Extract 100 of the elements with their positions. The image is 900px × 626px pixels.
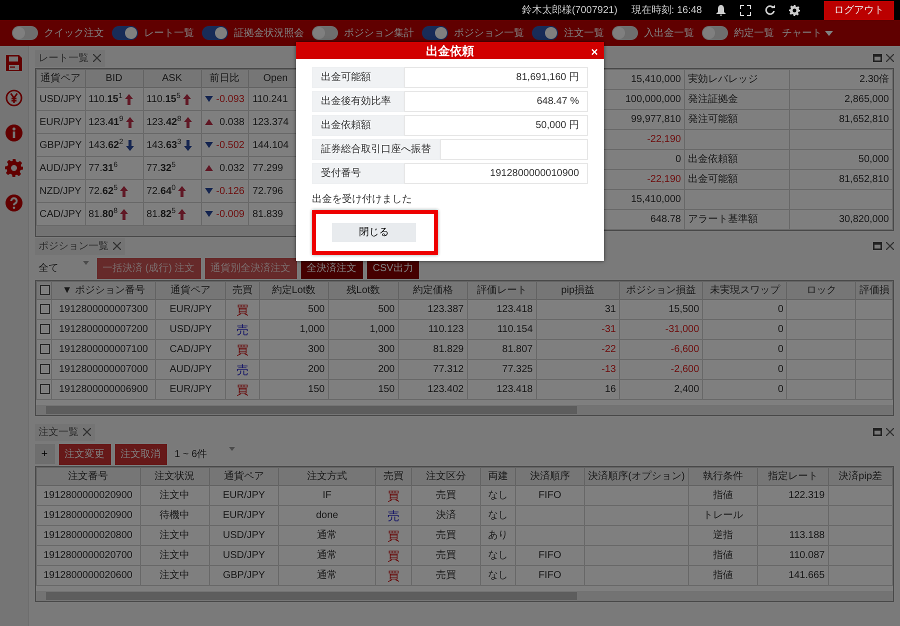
bell-icon[interactable] [716,4,726,16]
maximize-icon[interactable] [873,428,882,436]
field-value: 50,000 円 [404,115,588,136]
checkbox[interactable] [40,364,50,374]
table-cell: 買 [226,300,260,320]
toggle-label: 証拠金状況照会 [234,26,304,40]
change-value: 0.038 [219,116,244,130]
maximize-icon[interactable] [873,54,882,62]
column-header[interactable]: 約定価格 [398,282,468,300]
column-header[interactable]: 残Lot数 [328,282,398,300]
column-header[interactable]: 評価レート [467,282,536,300]
table-cell: 売買 [411,486,481,506]
toggle-label: ポジション一覧 [454,26,524,40]
price-text: 143.63$^{3}$ [146,138,182,152]
refresh-icon[interactable] [765,5,775,15]
action-button[interactable]: 注文変更 [58,444,110,464]
checkbox[interactable] [40,285,50,296]
column-header[interactable]: 通貨ペア [156,282,226,300]
table-cell: GBP/JPY [36,134,85,156]
column-header[interactable]: ポジション損益 [619,282,703,300]
column-header[interactable]: 注文状況 [140,468,210,486]
table-cell: 売買 [411,546,481,566]
table-cell: 500 [259,300,328,320]
toggle-switch[interactable] [532,26,558,40]
close-icon[interactable] [886,428,894,436]
table-cell: -2,600 [619,360,703,380]
table-cell: 買 [376,566,412,586]
add-button[interactable]: + [34,444,54,464]
column-header[interactable]: 未実現スワップ [702,282,787,300]
table-cell: USD/JPY [209,546,279,566]
table-cell: 1912800000007100 [51,340,156,360]
column-header[interactable]: 執行条件 [688,468,758,486]
column-header[interactable]: 注文区分 [411,468,481,486]
toggle-switch[interactable] [612,26,638,40]
toggle-label: クイック注文 [44,26,104,40]
column-header[interactable]: ロック [786,282,856,300]
close-icon[interactable] [886,242,894,250]
table-cell: 逆指 [688,526,758,546]
column-header[interactable]: 指定レート [758,468,828,486]
checkbox[interactable] [40,384,50,394]
close-icon[interactable] [886,54,894,62]
column-header[interactable]: 通貨ペア [36,70,85,88]
table-cell: トレール [688,506,758,526]
close-icon[interactable] [92,54,100,62]
toggle-switch[interactable] [422,26,448,40]
settings-icon[interactable] [789,4,800,16]
help-icon[interactable] [4,194,23,212]
scrollbar[interactable] [36,405,893,415]
close-icon[interactable] [82,428,90,436]
logout-button[interactable]: ログアウト [824,0,894,20]
column-header[interactable]: 通貨ペア [209,468,279,486]
column-header[interactable]: 評価損 [856,282,892,300]
toggle-switch[interactable] [202,26,228,40]
toggle-switch[interactable] [702,26,728,40]
column-header[interactable]: 決済順序(オプション) [584,468,689,486]
caret-icon [82,260,88,264]
table-cell: -6,600 [619,340,703,360]
table-cell: 2,865,000 [790,90,892,110]
checkbox[interactable] [40,304,50,314]
toggle-switch[interactable] [312,26,338,40]
action-button[interactable]: 注文取消 [114,444,166,464]
checkbox[interactable] [40,324,50,334]
change-value: -0.009 [216,208,244,222]
checkbox[interactable] [40,344,50,354]
table-cell: 注文中 [140,526,210,546]
price-text: 123.41$^{9}$ [88,114,124,130]
chart-menu[interactable]: チャート [782,26,833,40]
column-header[interactable]: 売買 [376,468,412,486]
column-header[interactable]: 決済pip差 [828,468,892,486]
close-icon[interactable] [112,242,120,250]
fullscreen-icon[interactable] [740,4,751,16]
close-button[interactable]: 閉じる [332,223,416,242]
price-text: 110.15$^{5}$ [146,92,181,106]
column-header[interactable]: ASK [143,70,201,88]
table-cell: アラート基準額 [684,210,790,230]
column-header[interactable]: 注文番号 [36,468,140,486]
toggle-switch[interactable] [112,26,138,40]
column-header[interactable]: 両建 [480,468,516,486]
column-header[interactable]: 前日比 [201,70,248,88]
close-button[interactable]: × [590,44,598,60]
column-header[interactable]: 売買 [226,282,260,300]
column-header[interactable]: 注文方式 [278,468,376,486]
column-header[interactable]: 約定Lot数 [259,282,328,300]
info-icon[interactable] [4,124,23,142]
coin-icon[interactable] [4,89,23,107]
field-label: 出金依頼額 [312,115,404,136]
toggle-switch[interactable] [12,26,38,40]
table-cell: 500 [328,300,398,320]
table-cell: 81,652,810 [790,110,892,130]
column-header[interactable]: BID [85,70,143,88]
table-cell: 77.312 [398,360,468,380]
maximize-icon[interactable] [873,242,882,250]
save-icon[interactable] [4,54,23,72]
column-header[interactable]: 決済順序 [515,468,585,486]
column-header[interactable]: pip損益 [536,282,620,300]
table-cell: CAD/JPY [156,340,226,360]
column-header[interactable]: ▼ ポジション番号 [51,282,156,300]
table-cell: 1912800000020800 [36,526,140,546]
scrollbar[interactable] [36,591,893,601]
table-cell: 買 [376,546,412,566]
